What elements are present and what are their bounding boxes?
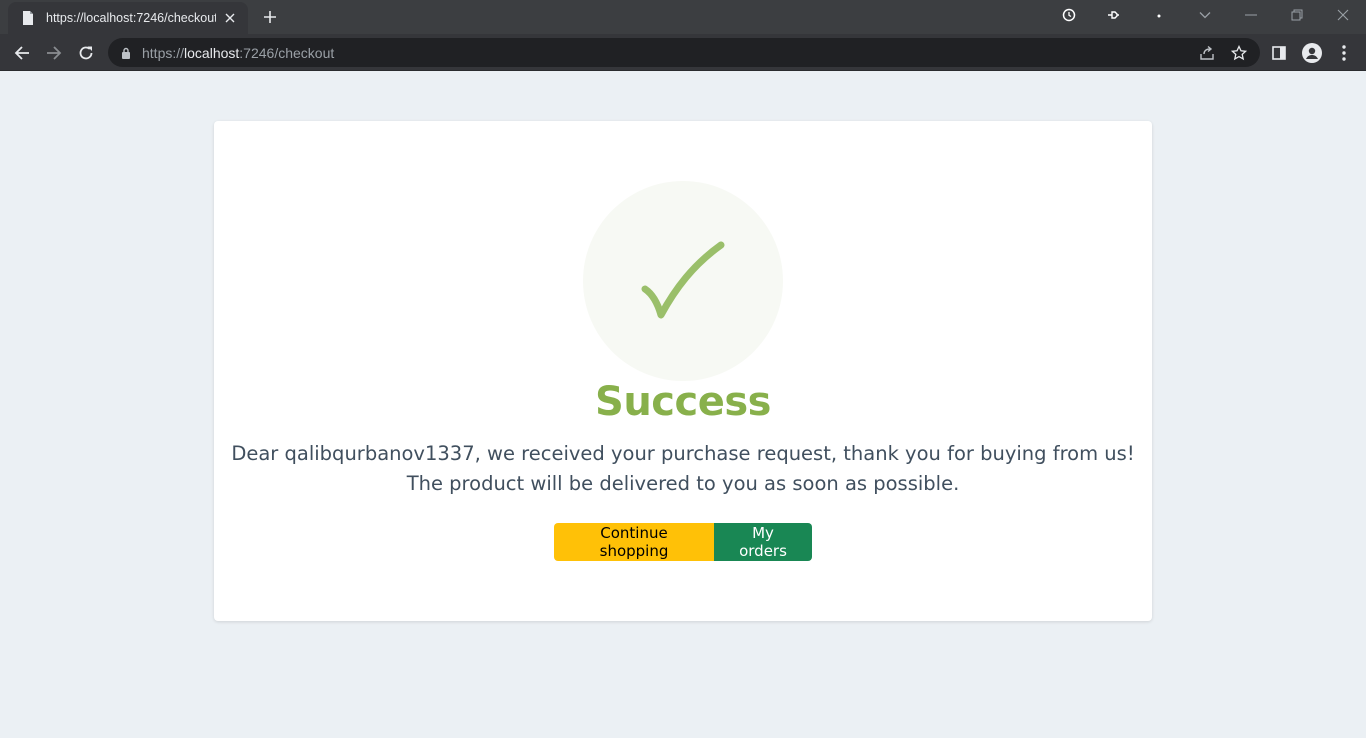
extension-dot-icon[interactable] (1147, 5, 1171, 25)
reload-icon[interactable] (74, 41, 98, 65)
back-arrow-icon[interactable] (10, 41, 34, 65)
close-tab-icon[interactable] (222, 10, 238, 26)
url-scheme: https:// (142, 44, 185, 61)
success-heading: Success (595, 379, 771, 425)
side-panel-icon[interactable] (1268, 42, 1290, 64)
profile-avatar-icon[interactable] (1301, 42, 1323, 64)
page-favicon-icon (20, 10, 36, 26)
extension-clock-icon[interactable] (1057, 5, 1081, 25)
extension-plug-icon[interactable] (1101, 5, 1125, 25)
browser-toolbar: https://localhost:7246/checkout (0, 34, 1366, 71)
confirmation-message: Dear qalibqurbanov1337, we received your… (214, 439, 1152, 499)
url-text: https://localhost:7246/checkout (142, 45, 334, 61)
message-line-2: The product will be delivered to you as … (406, 472, 960, 495)
success-check-circle (583, 181, 783, 381)
tab-search-chevron-down-icon[interactable] (1193, 5, 1217, 25)
browser-tab[interactable]: https://localhost:7246/checkout (8, 2, 248, 34)
tab-title: https://localhost:7246/checkout (46, 11, 216, 25)
forward-arrow-icon[interactable] (42, 41, 66, 65)
minimize-window-icon[interactable] (1239, 5, 1263, 25)
url-path: :7246/checkout (239, 44, 335, 61)
checkmark-icon (641, 241, 725, 319)
address-bar[interactable]: https://localhost:7246/checkout (108, 38, 1260, 67)
close-window-icon[interactable] (1331, 5, 1355, 25)
my-orders-button[interactable]: My orders (714, 523, 812, 561)
new-tab-plus-icon[interactable] (260, 7, 280, 27)
action-button-group: Continue shopping My orders (554, 523, 812, 561)
browser-tab-bar: https://localhost:7246/checkout (0, 0, 1366, 34)
continue-shopping-button[interactable]: Continue shopping (554, 523, 714, 561)
lock-icon[interactable] (120, 46, 132, 60)
success-card: Success Dear qalibqurbanov1337, we recei… (214, 121, 1152, 621)
message-line-1: Dear qalibqurbanov1337, we received your… (231, 442, 1135, 465)
restore-window-icon[interactable] (1285, 5, 1309, 25)
more-menu-icon[interactable] (1333, 42, 1355, 64)
bookmark-star-icon[interactable] (1230, 44, 1248, 62)
share-icon[interactable] (1198, 44, 1216, 62)
url-host: localhost (184, 44, 240, 61)
